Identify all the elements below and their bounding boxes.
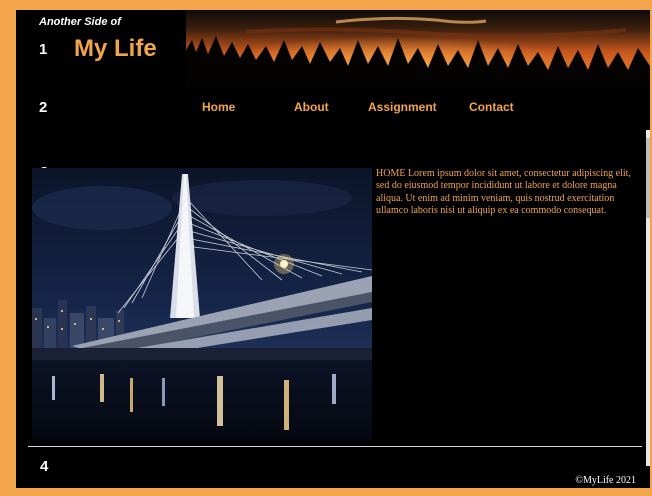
page-container: Another Side of My Life 1 2 3 4 Home Abo… — [16, 10, 650, 488]
copyright-text: ©MyLife 2021 — [575, 475, 636, 486]
nav-contact-link[interactable]: Contact — [469, 100, 514, 114]
header-banner-image — [186, 10, 650, 86]
home-intro-text: HOME Lorem ipsum dolor sit amet, consect… — [376, 168, 631, 217]
section-number-1: 1 — [39, 41, 48, 58]
nav-home-link[interactable]: Home — [202, 100, 235, 114]
scrollbar-thumb[interactable] — [646, 138, 650, 218]
page-frame: Another Side of My Life 1 2 3 4 Home Abo… — [0, 0, 652, 496]
nav-assignment-link[interactable]: Assignment — [368, 100, 437, 114]
footer-divider — [28, 446, 642, 447]
section-number-4: 4 — [40, 458, 49, 475]
nav-about-link[interactable]: About — [294, 100, 329, 114]
section-number-2: 2 — [39, 99, 48, 116]
bridge-night-photo — [32, 168, 372, 440]
vertical-scrollbar[interactable] — [646, 130, 650, 466]
site-tagline: Another Side of — [39, 16, 121, 28]
site-logo[interactable]: My Life — [74, 35, 157, 63]
